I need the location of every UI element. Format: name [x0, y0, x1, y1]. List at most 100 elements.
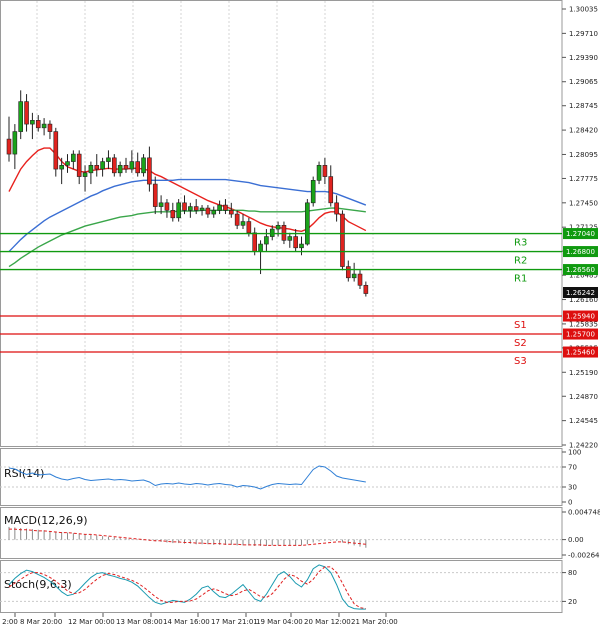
level-name-s2: S2 — [514, 338, 527, 349]
candle-down — [340, 213, 345, 267]
indicator-tick-label: 0 — [568, 499, 572, 507]
time-tick-label: 17 Mar 21:01 — [211, 618, 258, 626]
level-price-label-r3: 1.27040 — [566, 230, 595, 238]
candle-down — [112, 157, 117, 174]
time-tick-label: 20 Mar 12:00 — [304, 618, 351, 626]
candle-down — [223, 204, 228, 211]
level-name-s1: S1 — [514, 320, 527, 331]
macd-title: MACD(12,26,9) — [4, 514, 88, 527]
level-price-label-r2: 1.26800 — [566, 248, 595, 256]
time-tick-label: 7 Mar 2:00 — [0, 618, 18, 626]
price-tick-label: 1.29065 — [569, 78, 598, 86]
stoch-panel: 80 20 — [0, 564, 577, 610]
time-tick-label: 8 Mar 20:00 — [20, 618, 62, 626]
indicator-tick-label: 80 — [568, 569, 577, 577]
support-resistance-levels: 1.27040 R3 1.26800 R2 1.26560 R1 1.25940 S1 1.25… — [0, 228, 598, 367]
level-name-r2: R2 — [514, 256, 527, 267]
macd-panel: 0.004748 0.00 -0.002648 — [0, 509, 600, 560]
candle-down — [252, 232, 257, 252]
current-price-label: 1.26242 — [566, 289, 595, 297]
moving-average-line-3 — [8, 207, 366, 268]
candle-down — [281, 225, 287, 241]
candle-up — [158, 202, 164, 207]
price-tick-label: 1.24545 — [569, 417, 598, 425]
indicator-tick-label: 0.004748 — [568, 509, 600, 517]
candle-up — [188, 206, 193, 211]
indicator-tick-label: 0.00 — [568, 536, 584, 544]
candle-up — [258, 243, 263, 252]
candle-up — [117, 165, 123, 174]
price-tick-label: 1.28095 — [569, 151, 598, 159]
candle-down — [76, 153, 82, 177]
candle-down — [6, 138, 12, 155]
time-tick-label: 19 Mar 04:00 — [256, 618, 303, 626]
candle-down — [94, 165, 100, 170]
price-tick-label: 1.28745 — [569, 102, 598, 110]
candle-down — [147, 157, 152, 185]
level-price-label-s1: 1.25940 — [566, 313, 595, 321]
level-price-label-s2: 1.25700 — [566, 331, 595, 339]
price-tick-label: 1.27775 — [569, 175, 598, 183]
candle-down — [47, 123, 53, 132]
candle-down — [170, 210, 176, 219]
candle-up — [18, 101, 24, 132]
candle-up — [264, 236, 269, 245]
candle-down — [345, 266, 351, 279]
macd-signal-line — [9, 528, 366, 546]
candle-down — [293, 236, 298, 249]
candle-up — [30, 120, 35, 125]
candle-up — [217, 204, 222, 211]
stoch-title: Stoch(9,6,3) — [4, 578, 72, 591]
level-name-r3: R3 — [514, 238, 527, 249]
price-tick-label: 1.25835 — [569, 320, 598, 328]
candle-up — [351, 273, 357, 279]
stoch-panel-frame — [0, 560, 563, 613]
candle-up — [305, 202, 310, 245]
forex-chart: 1.30035 1.29710 1.29390 1.29065 1.28745 1.284… — [0, 0, 600, 626]
level-price-label-s3: 1.25460 — [566, 349, 595, 357]
candle-up — [310, 180, 316, 204]
candle-up — [240, 221, 246, 226]
candle-up — [275, 225, 281, 230]
candle-up — [129, 161, 135, 170]
main-panel-frame — [0, 0, 563, 447]
price-gridlines — [36, 1, 374, 446]
candle-down — [328, 176, 334, 204]
candle-up — [269, 228, 275, 237]
candle-up — [65, 161, 70, 166]
level-name-r1: R1 — [514, 274, 527, 285]
candle-up — [88, 165, 94, 174]
candle-down — [24, 101, 29, 125]
price-tick-label: 1.24870 — [569, 393, 598, 401]
rsi-panel: 100 70 30 0 — [0, 449, 581, 507]
candle-up — [176, 202, 181, 219]
candle-up — [211, 210, 217, 215]
candle-up — [100, 161, 105, 170]
rsi-line — [8, 465, 366, 490]
candle-up — [316, 165, 322, 181]
candle-down — [322, 165, 328, 177]
candle-up — [199, 207, 205, 211]
indicator-tick-label: 20 — [568, 598, 577, 606]
price-tick-label: 1.25190 — [569, 369, 598, 377]
indicator-tick-label: 30 — [568, 484, 577, 492]
price-tick-label: 1.30035 — [569, 6, 598, 14]
candle-down — [234, 213, 240, 226]
time-tick-label: 14 Mar 16:00 — [163, 618, 210, 626]
indicator-tick-label: -0.002648 — [568, 552, 600, 560]
indicator-tick-label: 70 — [568, 464, 577, 472]
candle-down — [164, 202, 170, 211]
candle-down — [123, 165, 129, 170]
candle-down — [152, 183, 158, 207]
candle-down — [193, 206, 199, 211]
candle-down — [357, 273, 363, 286]
price-tick-label: 1.27450 — [569, 199, 598, 207]
price-tick-label: 1.28420 — [569, 127, 598, 135]
rsi-panel-frame — [0, 448, 563, 506]
price-tick-label: 1.29710 — [569, 30, 598, 38]
candle-up — [106, 157, 111, 162]
indicator-tick-label: 100 — [568, 449, 581, 457]
candle-down — [135, 161, 140, 174]
current-price-marker: 1.26242 — [563, 287, 598, 298]
time-tick-label: 21 Mar 20:00 — [351, 618, 398, 626]
